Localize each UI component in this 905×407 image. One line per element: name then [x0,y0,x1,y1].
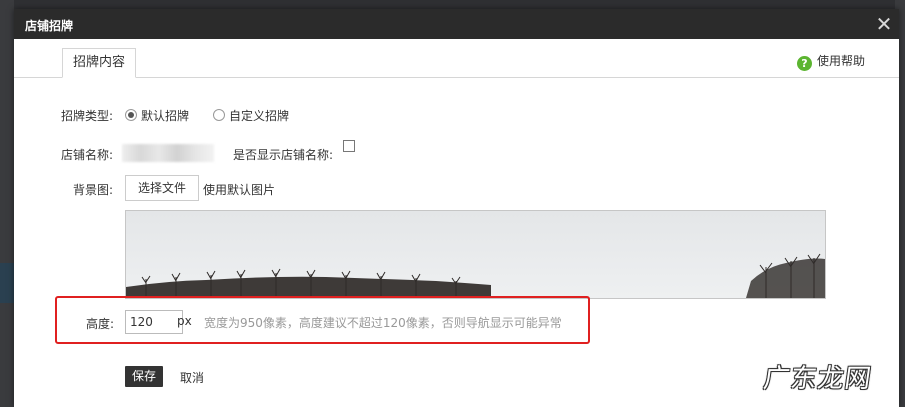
background-preview-image [125,210,826,299]
help-label: 使用帮助 [816,54,865,68]
dialog-title: 店铺招牌 [25,19,74,33]
sign-type-label: 招牌类型: [61,109,114,123]
help-icon: ? [796,56,812,71]
shop-sign-dialog: 店铺招牌 ✕ 招牌内容 ? 使用帮助 招牌类型: 默认招牌 自定义招牌 店铺名称:… [14,9,899,407]
radio-default-sign[interactable]: 默认招牌 [125,107,189,124]
radio-custom-sign[interactable]: 自定义招牌 [213,107,289,124]
height-label: 高度: [86,317,115,331]
radio-default-label: 默认招牌 [141,109,190,123]
use-default-image-link[interactable]: 使用默认图片 [203,181,275,198]
height-input[interactable] [125,310,183,334]
height-hint: 宽度为950像素，高度建议不超过120像素，否则导航显示可能异常 [204,316,562,330]
save-button[interactable]: 保存 [125,366,164,387]
backdrop-band [0,263,14,303]
height-unit: px [177,314,192,328]
show-name-label: 是否显示店铺名称: [233,148,334,162]
tab-bar: 招牌内容 ? 使用帮助 [14,39,899,78]
close-icon[interactable]: ✕ [873,13,895,35]
radio-unselected-icon[interactable] [213,109,225,121]
show-name-checkbox[interactable] [343,140,355,154]
radio-custom-label: 自定义招牌 [229,109,290,123]
help-link[interactable]: ? 使用帮助 [796,52,865,71]
radio-selected-icon[interactable] [125,109,137,121]
backdrop-left [0,0,14,407]
shop-name-value-blurred [122,144,214,162]
winter-treeline-image [126,211,825,298]
dialog-titlebar: 店铺招牌 ✕ [14,9,899,39]
shop-name-label: 店铺名称: [61,148,114,162]
cancel-link[interactable]: 取消 [180,369,204,386]
watermark-logo: 广东龙网 [761,364,874,394]
checkbox-icon[interactable] [343,140,355,152]
tab-sign-content[interactable]: 招牌内容 [62,48,137,78]
background-label: 背景图: [73,183,114,197]
choose-file-button[interactable]: 选择文件 [125,175,200,201]
